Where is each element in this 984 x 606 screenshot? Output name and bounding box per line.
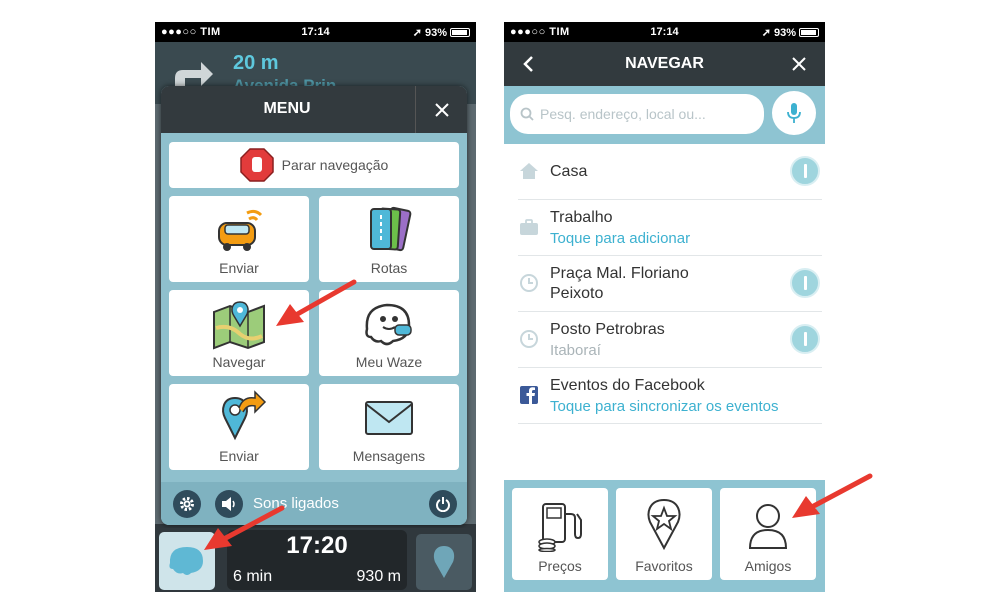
right-phone-screen: ●●●○○ TIM 17:14 ➚ 93% NAVEGAR Pesq. ende…	[504, 22, 825, 592]
close-button[interactable]	[787, 52, 811, 76]
category-favoritos[interactable]: Favoritos	[616, 488, 712, 580]
star-pin-icon	[616, 496, 712, 554]
menu-title: MENU	[263, 100, 311, 117]
close-icon	[434, 102, 449, 117]
eta-minutes: 6 min	[233, 568, 273, 585]
menu-tile-mensagens[interactable]: Mensagens	[319, 384, 459, 470]
share-location-icon	[169, 390, 309, 446]
list-item-casa[interactable]: Casa	[518, 144, 822, 200]
info-icon	[803, 332, 807, 346]
list-item-trabalho[interactable]: Trabalho Toque para adicionar	[518, 200, 822, 256]
list-item-title: Casa	[550, 163, 588, 180]
microphone-icon	[787, 103, 801, 123]
close-icon	[792, 57, 806, 71]
list-item-praca[interactable]: Praça Mal. Floriano Peixoto	[518, 256, 822, 312]
category-label: Amigos	[744, 558, 792, 574]
annotation-arrow-navegar	[276, 279, 357, 326]
menu-tile-rotas[interactable]: Rotas	[319, 196, 459, 282]
info-icon	[803, 164, 807, 178]
search-box[interactable]	[510, 94, 764, 134]
clock-icon	[518, 272, 540, 294]
facebook-icon	[518, 384, 540, 406]
stop-navigation-button[interactable]: Parar navegação	[169, 142, 459, 188]
report-button[interactable]	[416, 534, 472, 590]
info-icon	[803, 276, 807, 290]
list-item-title: Trabalho	[550, 209, 613, 226]
category-precos[interactable]: Preços	[512, 488, 608, 580]
power-button[interactable]	[429, 490, 457, 518]
list-item-facebook[interactable]: Eventos do Facebook Toque para sincroniz…	[518, 368, 822, 424]
eta-distance: 930 m	[356, 568, 401, 585]
cards-icon	[319, 202, 459, 258]
battery-indicator: ➚ 93%	[762, 26, 819, 39]
clock-icon	[518, 328, 540, 350]
battery-icon	[450, 28, 470, 37]
menu-tile-enviar[interactable]: Enviar	[169, 196, 309, 282]
power-icon	[436, 497, 450, 512]
list-item-title: Posto Petrobras	[550, 321, 665, 338]
menu-tile-label: Navegar	[212, 354, 266, 370]
menu-tile-label: Enviar	[219, 260, 259, 276]
list-item-subtitle: Itaboraí	[550, 342, 601, 359]
page-title: NAVEGAR	[625, 55, 704, 72]
stop-navigation-label: Parar navegação	[281, 157, 389, 173]
envelope-icon	[319, 390, 459, 446]
battery-indicator: ➚ 93%	[413, 26, 470, 39]
voice-search-button[interactable]	[772, 91, 816, 135]
stop-hand-icon	[239, 148, 274, 182]
category-label: Favoritos	[635, 558, 693, 574]
annotation-arrow-waze-button	[204, 505, 285, 550]
map-pin-icon	[433, 546, 455, 578]
menu-close-button[interactable]	[415, 86, 467, 133]
battery-icon	[799, 28, 819, 37]
status-bar: ●●●○○ TIM 17:14 ➚ 93%	[155, 22, 476, 42]
search-input[interactable]	[540, 106, 750, 122]
menu-tile-label: Enviar	[219, 448, 259, 464]
category-bar: Preços Favoritos Amigos	[504, 480, 825, 592]
info-button[interactable]	[790, 156, 820, 186]
home-icon	[518, 160, 540, 182]
car-icon	[169, 202, 309, 258]
settings-button[interactable]	[173, 490, 201, 518]
search-icon	[520, 107, 534, 121]
status-bar: ●●●○○ TIM 17:14 ➚ 93%	[504, 22, 825, 42]
fuel-pump-icon	[512, 496, 608, 554]
menu-header: MENU	[161, 86, 467, 133]
gear-icon	[180, 497, 194, 511]
category-label: Preços	[538, 558, 582, 574]
menu-tile-label: Meu Waze	[355, 354, 423, 370]
navigate-header: NAVEGAR	[504, 42, 825, 86]
search-area	[504, 86, 825, 144]
menu-tile-enviar-local[interactable]: Enviar	[169, 384, 309, 470]
info-button[interactable]	[790, 268, 820, 298]
list-item-title: Eventos do Facebook	[550, 377, 705, 394]
menu-tile-label: Rotas	[370, 260, 408, 276]
annotation-arrow-amigos	[792, 473, 873, 518]
list-item-subtitle: Toque para adicionar	[550, 230, 691, 247]
destination-list: Casa Trabalho Toque para adicionar Praça…	[518, 144, 822, 424]
list-item-posto[interactable]: Posto Petrobras Itaboraí	[518, 312, 822, 368]
info-button[interactable]	[790, 324, 820, 354]
list-item-title: Praça Mal. Floriano Peixoto	[550, 265, 689, 302]
turn-distance: 20 m	[233, 52, 279, 74]
menu-tile-label: Mensagens	[352, 448, 426, 464]
list-item-subtitle: Toque para sincronizar os eventos	[550, 398, 779, 415]
briefcase-icon	[518, 216, 540, 238]
